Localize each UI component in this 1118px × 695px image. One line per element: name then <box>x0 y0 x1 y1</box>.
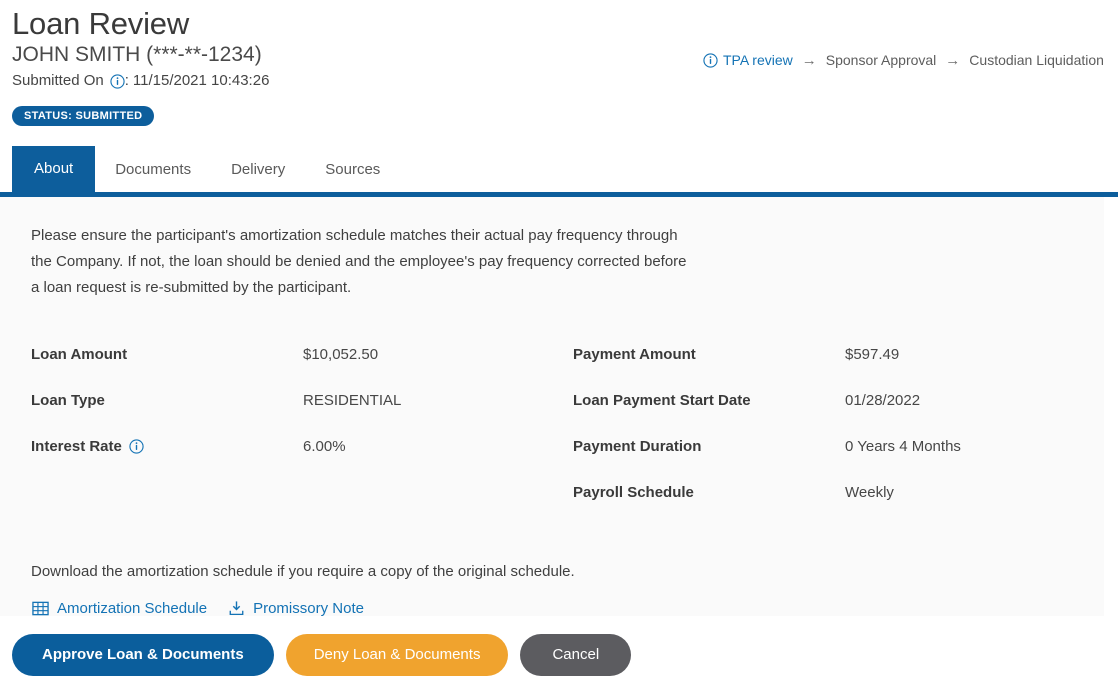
field-label: Interest Rate <box>31 437 122 455</box>
tab-documents[interactable]: Documents <box>95 148 211 192</box>
tab-bar: About Documents Delivery Sources <box>0 146 1118 192</box>
breadcrumb-step-tpa-review[interactable]: TPA review <box>703 52 793 68</box>
download-links: Amortization Schedule Promissory Note <box>31 599 1104 617</box>
field-label: Loan Payment Start Date <box>573 391 751 409</box>
approve-loan-and-documents-button[interactable]: Approve Loan & Documents <box>12 634 274 676</box>
loan-details-grid: Loan Amount $10,052.50 Loan Type RESIDEN… <box>31 331 1104 515</box>
arrow-right-icon: → <box>945 51 961 69</box>
table-grid-icon <box>31 599 49 617</box>
action-bar: Approve Loan & Documents Deny Loan & Doc… <box>0 616 1118 676</box>
field-value: 01/28/2022 <box>845 391 921 409</box>
breadcrumb-step-label: Sponsor Approval <box>825 52 937 68</box>
field-label: Payment Amount <box>573 345 696 363</box>
tab-sources[interactable]: Sources <box>305 148 400 192</box>
loan-details-left-column: Loan Amount $10,052.50 Loan Type RESIDEN… <box>31 331 573 515</box>
submitted-on-row: Submitted On : 11/15/2021 10:43:26 <box>12 70 1118 92</box>
field-interest-rate: Interest Rate 6.00% <box>31 423 573 469</box>
field-value: 6.00% <box>303 437 346 455</box>
download-note: Download the amortization schedule if yo… <box>31 563 575 580</box>
field-payment-duration: Payment Duration 0 Years 4 Months <box>573 423 1115 469</box>
page-title: Loan Review <box>12 6 190 41</box>
field-value: RESIDENTIAL <box>303 391 402 409</box>
field-value: $10,052.50 <box>303 345 379 363</box>
field-loan-payment-start-date: Loan Payment Start Date 01/28/2022 <box>573 377 1115 423</box>
deny-loan-and-documents-button[interactable]: Deny Loan & Documents <box>285 634 509 676</box>
download-icon <box>227 599 245 617</box>
link-label: Promissory Note <box>253 599 364 617</box>
field-label-with-info: Interest Rate <box>31 438 303 455</box>
cancel-button[interactable]: Cancel <box>520 634 632 676</box>
field-payroll-schedule: Payroll Schedule Weekly <box>573 469 1115 515</box>
submitted-on-value: 11/15/2021 10:43:26 <box>132 72 270 89</box>
field-value: $597.49 <box>845 345 900 363</box>
arrow-right-icon: → <box>801 51 817 69</box>
breadcrumb-step-custodian-liquidation[interactable]: Custodian Liquidation <box>969 52 1104 68</box>
submitted-on-label: Submitted On <box>12 72 104 89</box>
page-header: Loan Review JOHN SMITH (***-**-1234) Sub… <box>0 0 1118 126</box>
info-icon <box>703 52 718 68</box>
breadcrumb-step-label: Custodian Liquidation <box>969 52 1104 68</box>
field-label: Payroll Schedule <box>573 483 694 501</box>
breadcrumb-step-label: TPA review <box>723 52 793 68</box>
workflow-breadcrumb: TPA review → Sponsor Approval → Custodia… <box>703 52 1104 68</box>
link-promissory-note[interactable]: Promissory Note <box>227 599 364 617</box>
field-payment-amount: Payment Amount $597.49 <box>573 331 1115 377</box>
field-loan-type: Loan Type RESIDENTIAL <box>31 377 573 423</box>
submitted-on-separator: : <box>124 72 129 89</box>
loan-details-right-column: Payment Amount $597.49 Loan Payment Star… <box>573 331 1115 515</box>
field-value: Weekly <box>845 483 894 501</box>
breadcrumb-step-sponsor-approval[interactable]: Sponsor Approval <box>826 52 937 68</box>
info-icon[interactable] <box>110 73 125 89</box>
info-icon[interactable] <box>129 438 144 454</box>
tab-about[interactable]: About <box>12 146 96 192</box>
link-label: Amortization Schedule <box>57 599 208 617</box>
field-loan-amount: Loan Amount $10,052.50 <box>31 331 573 377</box>
about-panel: Please ensure the participant's amortiza… <box>0 197 1104 617</box>
tab-delivery[interactable]: Delivery <box>211 148 305 192</box>
field-value: 0 Years 4 Months <box>845 437 961 455</box>
field-label: Payment Duration <box>573 437 702 455</box>
status-badge: STATUS: SUBMITTED <box>12 106 155 126</box>
field-label: Loan Type <box>31 391 105 409</box>
link-amortization-schedule[interactable]: Amortization Schedule <box>31 599 207 617</box>
field-label: Loan Amount <box>31 345 128 363</box>
instruction-text: Please ensure the participant's amortiza… <box>31 227 687 296</box>
